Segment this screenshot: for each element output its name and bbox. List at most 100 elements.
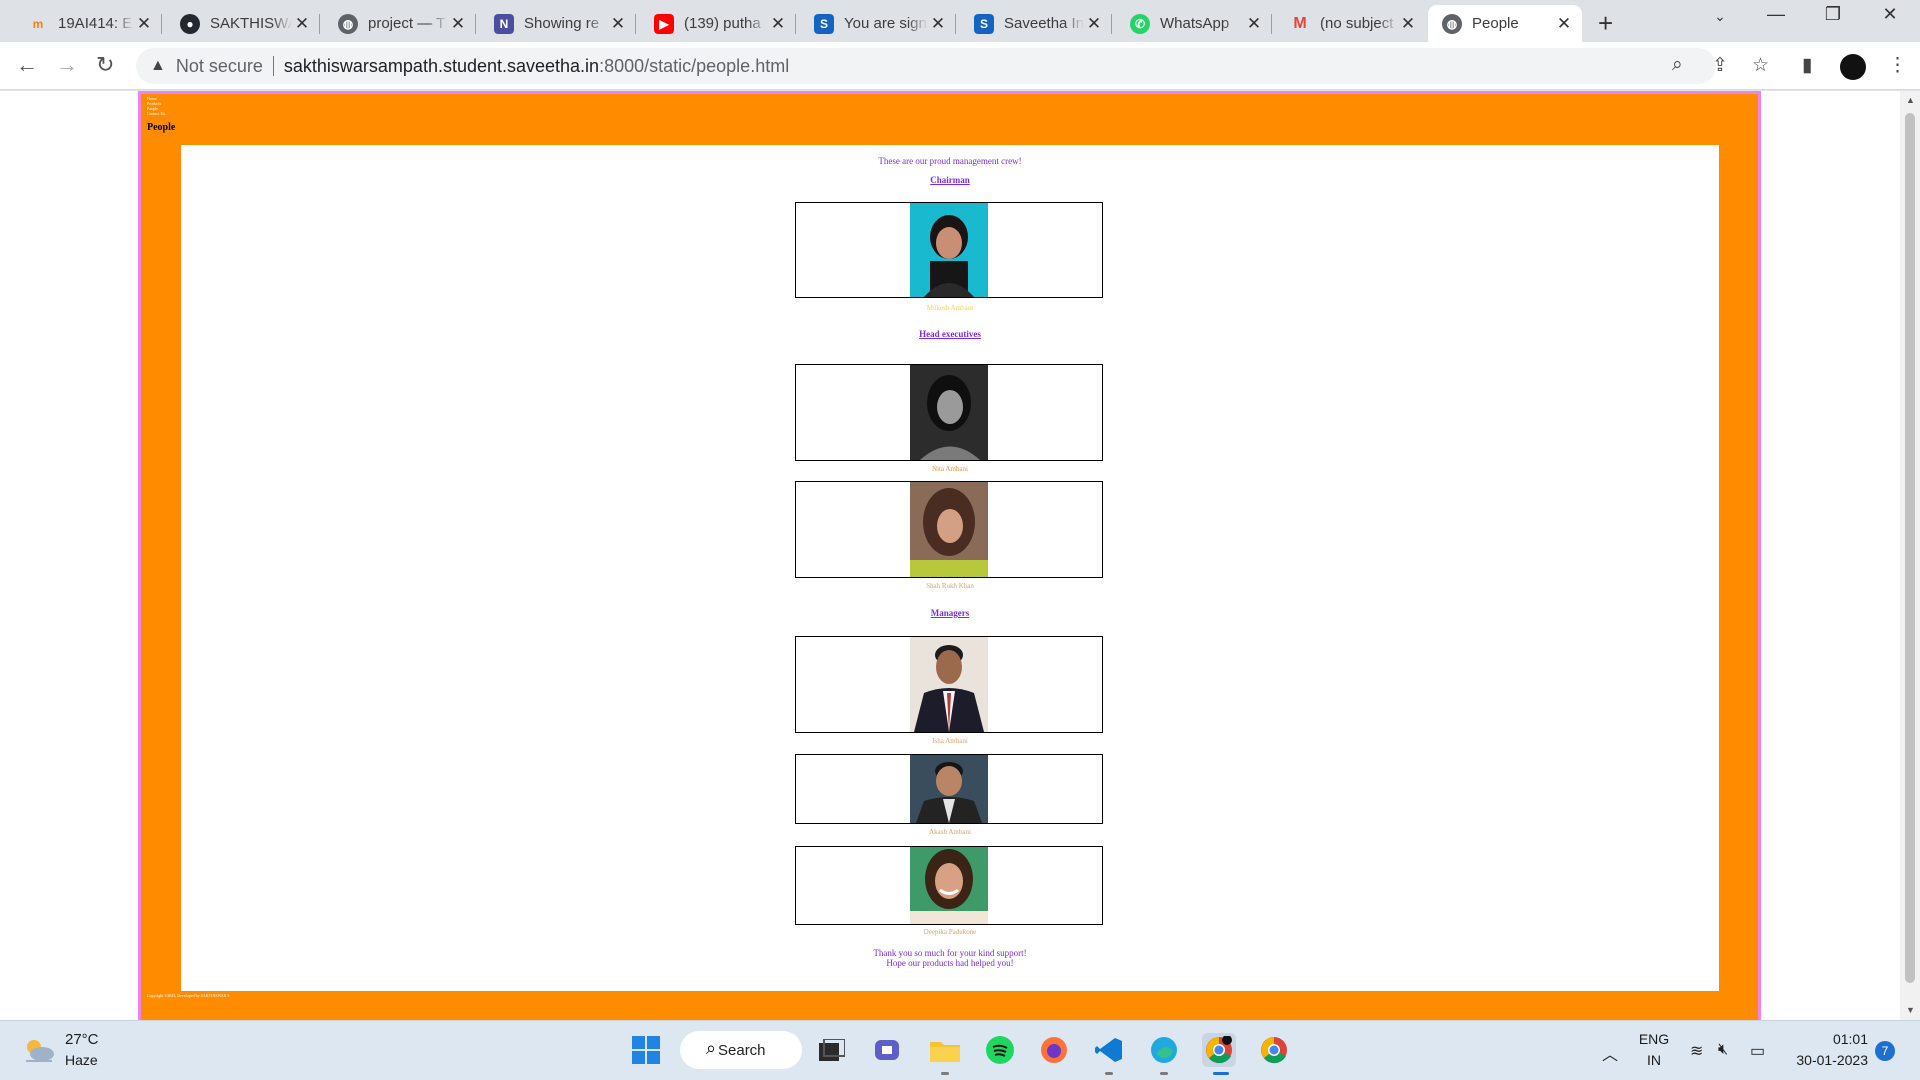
thanks-text: Hope our products had helped you! [886, 958, 1014, 968]
tab-github[interactable]: ● SAKTHISWARSAMPATH ✕ [166, 5, 320, 42]
clock-time[interactable]: 01:01 [1778, 1031, 1868, 1047]
battery-icon[interactable]: ▭ [1750, 1041, 1765, 1061]
notification-badge[interactable]: 7 [1875, 1041, 1895, 1061]
tab-project[interactable]: ◍ project — T ✕ [324, 5, 476, 42]
new-tab-button[interactable]: + [1598, 8, 1613, 39]
security-label[interactable]: Not secure [176, 56, 263, 77]
window-close-button[interactable]: ✕ [1870, 4, 1910, 25]
restore-button[interactable]: ❐ [1813, 4, 1853, 25]
weather-temperature[interactable]: 27°C [65, 1031, 99, 1048]
scroll-up-arrow-icon[interactable]: ▲ [1906, 95, 1915, 105]
running-indicator [1213, 1072, 1229, 1075]
youtube-icon: ▶ [654, 13, 674, 34]
page-title: People [147, 122, 176, 133]
close-icon[interactable]: ✕ [1554, 14, 1574, 34]
wifi-icon[interactable]: ≋ [1690, 1041, 1703, 1061]
speaker-muted-icon[interactable]: 🔇︎ [1718, 1041, 1728, 1059]
intro-text: These are our proud management crew! [878, 156, 1022, 166]
person-caption: Nita Ambani [932, 465, 968, 473]
tab-youtube[interactable]: ▶ (139) putha ✕ [640, 5, 796, 42]
share-icon[interactable]: ⇪ [1712, 54, 1728, 77]
section-heading-chairman: Chairman [930, 175, 970, 185]
whatsapp-icon: ✆ [1130, 13, 1150, 34]
teams-chat-icon[interactable] [872, 1033, 906, 1067]
spotify-icon[interactable] [983, 1033, 1017, 1067]
taskbar-search[interactable]: ⌕ Search [680, 1031, 802, 1069]
chrome-profile-icon[interactable] [1202, 1033, 1236, 1067]
person-caption: Mukesh Ambani [926, 304, 974, 312]
photo-card [795, 636, 1103, 733]
nav-link-contact[interactable]: Contact Us [147, 111, 165, 116]
language-indicator[interactable]: ENG [1636, 1031, 1672, 1047]
show-hidden-icons-chevron-icon[interactable]: ︿ [1602, 1041, 1618, 1065]
forward-arrow-icon[interactable]: → [56, 52, 78, 78]
close-icon[interactable]: ✕ [292, 14, 312, 34]
firefox-icon[interactable] [1037, 1033, 1071, 1067]
page-scrollbar[interactable]: ▲ ▼ [1900, 91, 1920, 1020]
windows-start-icon[interactable] [629, 1033, 663, 1067]
tab-title: project — T [368, 15, 446, 32]
tab-people[interactable]: ◍ People ✕ [1428, 5, 1582, 42]
section-heading-managers: Managers [930, 608, 970, 618]
chrome-icon[interactable] [1257, 1033, 1291, 1067]
close-icon[interactable]: ✕ [1398, 14, 1418, 34]
site-nav: Home Products People Contact Us [147, 96, 165, 116]
scrollbar-thumb[interactable] [1905, 113, 1915, 983]
tab-gmail[interactable]: M (no subject ✕ [1276, 5, 1426, 42]
warning-triangle-icon[interactable]: ▲ [150, 57, 166, 75]
photo-card [795, 202, 1103, 298]
file-explorer-icon[interactable] [928, 1033, 962, 1067]
tab-whatsapp[interactable]: ✆ WhatsApp ✕ [1116, 5, 1272, 42]
tab-title: WhatsApp [1160, 15, 1230, 32]
language-region[interactable]: IN [1636, 1052, 1672, 1068]
profile-avatar[interactable] [1840, 54, 1866, 80]
person-caption: Deepika Padukone [923, 928, 977, 936]
close-icon[interactable]: ✕ [448, 14, 468, 34]
reload-icon[interactable]: ↻ [96, 52, 114, 78]
tab-search-chevron-icon[interactable]: ⌄ [1700, 8, 1740, 25]
running-indicator [1160, 1072, 1168, 1075]
running-indicator [1105, 1072, 1113, 1075]
address-bar[interactable]: ▲ Not secure sakthiswarsampath.student.s… [136, 48, 1716, 84]
tab-title: Saveetha In [1004, 15, 1084, 32]
menu-kebab-icon[interactable]: ⋮ [1888, 54, 1907, 77]
photo-card [795, 481, 1103, 578]
back-arrow-icon[interactable]: ← [16, 52, 38, 78]
section-heading-executives: Head executives [919, 329, 981, 339]
tab-signed-in[interactable]: S You are sign ✕ [800, 5, 956, 42]
ai-icon: N [494, 13, 514, 34]
tab-title: 19AI414: Ex [58, 15, 134, 32]
divider [272, 56, 274, 76]
close-icon[interactable]: ✕ [134, 14, 154, 34]
edge-icon[interactable] [1147, 1033, 1181, 1067]
clock-date[interactable]: 30-01-2023 [1778, 1052, 1868, 1068]
tab-saveetha[interactable]: S Saveetha In ✕ [960, 5, 1112, 42]
side-panel-icon[interactable]: ▮ [1802, 54, 1812, 77]
person-caption: Shah Rukh Khan [926, 582, 974, 590]
task-view-icon[interactable] [815, 1033, 849, 1067]
weather-condition[interactable]: Haze [65, 1052, 98, 1068]
close-icon[interactable]: ✕ [1084, 14, 1104, 34]
zoom-icon[interactable]: ⌕ [1672, 54, 1683, 76]
running-indicator [941, 1072, 949, 1075]
weather-haze-icon[interactable] [22, 1035, 56, 1065]
url-text[interactable]: sakthiswarsampath.student.saveetha.in:80… [284, 56, 789, 77]
photo-card [795, 364, 1103, 461]
tab-title: SAKTHISWARSAMPATH [210, 15, 292, 32]
vscode-icon[interactable] [1092, 1033, 1126, 1067]
gmail-icon: M [1293, 14, 1307, 32]
tab-title: (no subject [1320, 15, 1394, 32]
close-icon[interactable]: ✕ [608, 14, 628, 34]
tab-showing-results[interactable]: N Showing re ✕ [480, 5, 636, 42]
bookmark-star-icon[interactable]: ☆ [1752, 54, 1769, 77]
portrait-image [910, 847, 988, 924]
minimize-button[interactable]: — [1756, 4, 1796, 25]
scroll-down-arrow-icon[interactable]: ▼ [1906, 1005, 1915, 1015]
close-icon[interactable]: ✕ [928, 14, 948, 34]
windows-taskbar: 27°C Haze ⌕ Search ︿ ENG IN ≋ 🔇︎ ▭ 01:01… [0, 1020, 1920, 1080]
search-icon: ⌕ [706, 1038, 717, 1058]
close-icon[interactable]: ✕ [768, 14, 788, 34]
close-icon[interactable]: ✕ [1244, 14, 1264, 34]
tab-title: You are sign [844, 15, 927, 32]
tab-moodle[interactable]: m 19AI414: Ex ✕ [14, 5, 162, 42]
